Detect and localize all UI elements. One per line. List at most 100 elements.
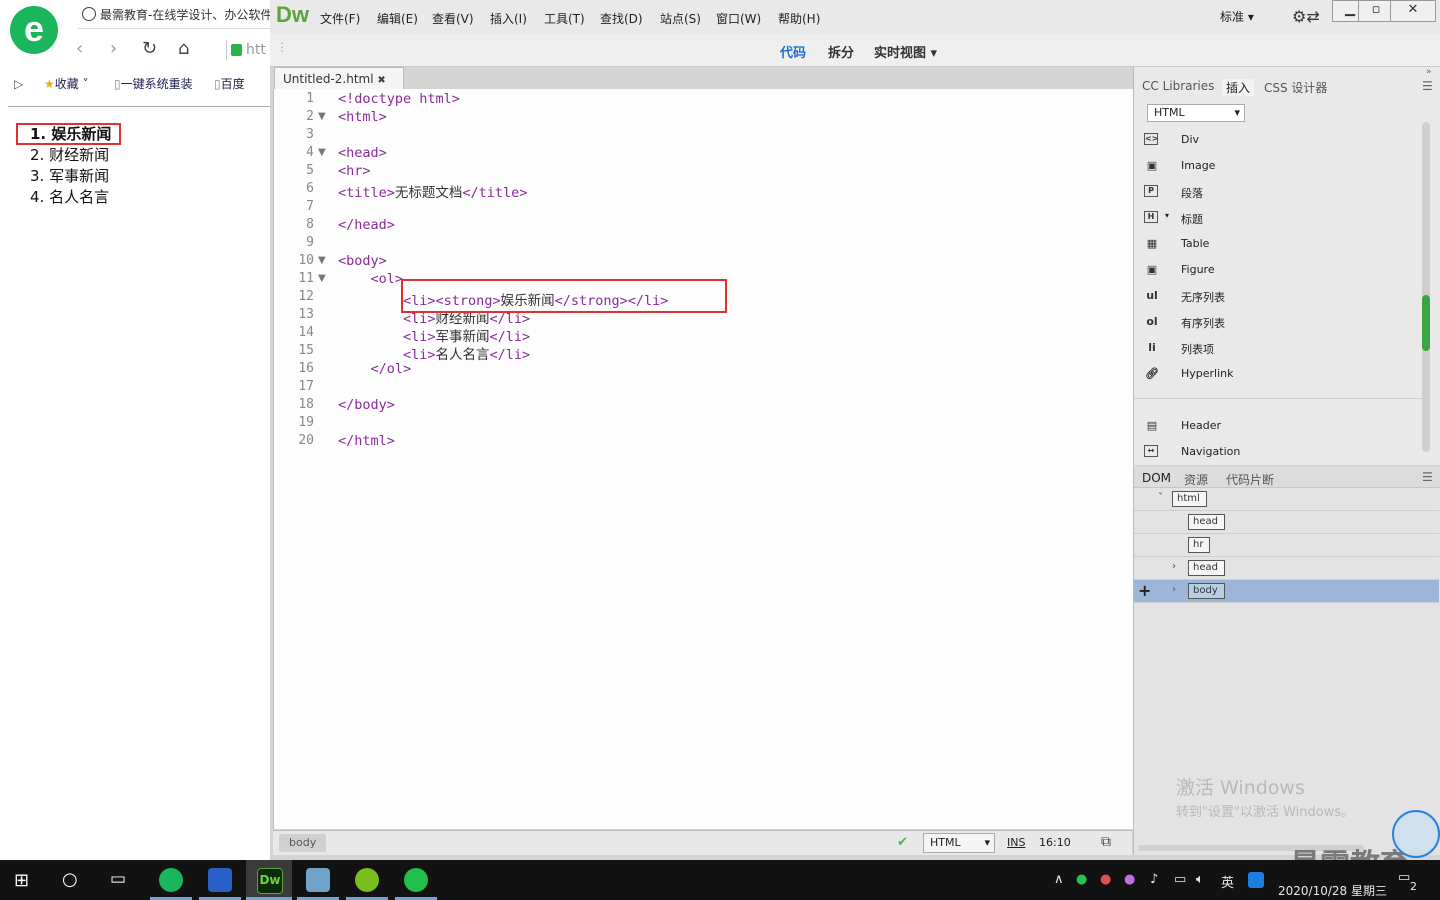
- menu-insert[interactable]: 插入(I): [490, 10, 527, 27]
- insert-header[interactable]: ▤ Header: [1144, 417, 1414, 441]
- insert-figure[interactable]: ▣ Figure: [1144, 261, 1414, 285]
- assistant-avatar-icon[interactable]: [1392, 810, 1440, 858]
- line-number: 15: [298, 343, 314, 358]
- collapse-icon[interactable]: »: [1426, 67, 1432, 77]
- sidebar-toggle-icon[interactable]: ▷: [14, 70, 23, 98]
- tab-dom[interactable]: DOM: [1142, 471, 1171, 485]
- view-live[interactable]: 实时视图 ▾: [874, 42, 937, 61]
- app-taskbar-icon[interactable]: [306, 868, 330, 892]
- panel-menu-icon[interactable]: ☰: [1422, 470, 1433, 484]
- image-icon: ▣: [1146, 159, 1158, 172]
- chevron-right-icon: ›: [1172, 584, 1176, 595]
- maximize-button[interactable]: ▫: [1358, 0, 1394, 22]
- wps-taskbar-icon[interactable]: [208, 868, 232, 892]
- qq-tray-icon[interactable]: ●: [1100, 872, 1111, 887]
- menu-window[interactable]: 窗口(W): [716, 10, 761, 27]
- insert-hyperlink[interactable]: 🔗︎ Hyperlink: [1144, 365, 1414, 389]
- task-view-icon[interactable]: ▭: [110, 869, 126, 889]
- add-icon[interactable]: +: [1138, 581, 1151, 600]
- q-tray-icon[interactable]: [1248, 872, 1264, 888]
- view-code[interactable]: 代码: [780, 42, 806, 61]
- action-center-icon[interactable]: ▭: [1398, 870, 1410, 885]
- insert-image[interactable]: ▣ Image: [1144, 157, 1414, 181]
- bookmark-favorites[interactable]: ★收藏 ˅: [44, 70, 89, 98]
- insert-paragraph[interactable]: P 段落: [1144, 183, 1414, 207]
- list-item: 2. 财经新闻: [30, 146, 110, 164]
- language-select[interactable]: HTML ▾: [923, 833, 995, 853]
- panel-scrollbar[interactable]: [1422, 122, 1430, 452]
- browser-logo-icon[interactable]: e: [10, 6, 58, 54]
- reload-icon[interactable]: ↻: [142, 38, 157, 59]
- windows-start-icon[interactable]: ⊞: [14, 870, 29, 891]
- insert-div[interactable]: <> Div: [1144, 131, 1414, 155]
- wechat-taskbar-icon[interactable]: [404, 868, 428, 892]
- address-bar[interactable]: htt: [226, 40, 270, 60]
- tab-snippets[interactable]: 代码片断: [1226, 471, 1274, 488]
- line-number: 19: [298, 415, 314, 430]
- category-select[interactable]: HTML ▾: [1147, 104, 1245, 122]
- menu-site[interactable]: 站点(S): [660, 10, 701, 27]
- dom-node-html[interactable]: ˅ html: [1134, 488, 1439, 511]
- cursor-position: 16:10: [1039, 836, 1071, 849]
- back-icon[interactable]: ‹: [76, 38, 83, 59]
- close-button[interactable]: ✕: [1390, 0, 1436, 22]
- browser-taskbar-icon[interactable]: [159, 868, 183, 892]
- view-split[interactable]: 拆分: [828, 42, 854, 61]
- volume-icon[interactable]: 🔈︎: [1196, 872, 1204, 887]
- qq-tray-icon[interactable]: ●: [1124, 872, 1135, 887]
- fold-toggle-icon[interactable]: ▼: [318, 111, 326, 122]
- insert-table[interactable]: ▦ Table: [1144, 235, 1414, 259]
- panel-menu-icon[interactable]: ☰: [1422, 79, 1433, 93]
- network-icon[interactable]: ▭: [1174, 872, 1186, 887]
- ime-indicator[interactable]: 英: [1221, 872, 1234, 891]
- bookmark-reinstall[interactable]: ▯一键系统重装: [114, 70, 193, 98]
- line-number: 18: [298, 397, 314, 412]
- tab-cc-libraries[interactable]: CC Libraries: [1142, 79, 1214, 93]
- menu-file[interactable]: 文件(F): [320, 10, 360, 27]
- search-icon[interactable]: ○: [62, 869, 78, 890]
- dom-node-head-2[interactable]: › head: [1134, 557, 1439, 580]
- insert-heading[interactable]: H ▾ 标题: [1144, 209, 1414, 233]
- line-number: 4: [306, 145, 314, 160]
- scrollbar-thumb[interactable]: [1422, 295, 1430, 351]
- insert-navigation[interactable]: ↔ Navigation: [1144, 443, 1414, 467]
- tab-css-designer[interactable]: CSS 设计器: [1264, 79, 1327, 96]
- notification-bell-icon[interactable]: ♪: [1150, 872, 1158, 887]
- preview-icon[interactable]: ⧉: [1101, 834, 1111, 850]
- browser-tab[interactable]: 最需教育-在线学设计、办公软件: [78, 4, 270, 29]
- workspace-switcher[interactable]: 标准 ▾: [1220, 8, 1254, 25]
- fold-toggle-icon[interactable]: ▼: [318, 273, 326, 284]
- insert-ol[interactable]: ol 有序列表: [1144, 313, 1414, 337]
- tab-favicon-icon: [82, 7, 96, 21]
- dom-node-hr[interactable]: hr: [1134, 534, 1439, 557]
- tray-expand-icon[interactable]: ∧: [1054, 872, 1064, 887]
- tab-assets[interactable]: 资源: [1184, 471, 1208, 488]
- code-editor[interactable]: 1 <!doctype html> 2 ▼ <html> 3 4 ▼ <head> 5 <hr> 6 <…: [273, 89, 1133, 829]
- tab-insert[interactable]: 插入: [1222, 79, 1255, 96]
- insert-ul[interactable]: ul 无序列表: [1144, 287, 1414, 311]
- fold-toggle-icon[interactable]: ▼: [318, 147, 326, 158]
- tag-breadcrumb[interactable]: body: [279, 834, 327, 852]
- dom-node-body-selected[interactable]: + › body: [1134, 580, 1439, 603]
- clock-date[interactable]: 2020/10/28 星期三: [1278, 882, 1387, 899]
- forward-icon[interactable]: ›: [110, 38, 117, 59]
- home-icon[interactable]: ⌂: [178, 38, 189, 59]
- document-tab[interactable]: Untitled-2.html ✖: [274, 67, 404, 90]
- line-number: 17: [298, 379, 314, 394]
- menu-find[interactable]: 查找(D): [600, 10, 643, 27]
- dom-node-head[interactable]: head: [1134, 511, 1439, 534]
- close-tab-icon[interactable]: ✖: [377, 75, 385, 86]
- fold-toggle-icon[interactable]: ▼: [318, 255, 326, 266]
- menu-edit[interactable]: 编辑(E): [377, 10, 418, 27]
- insert-mode[interactable]: INS: [1007, 836, 1025, 849]
- settings-gear-icon[interactable]: ⚙⇄: [1292, 7, 1320, 26]
- wechat-tray-icon[interactable]: ●: [1076, 872, 1087, 887]
- list-item: 3. 军事新闻: [30, 167, 110, 185]
- menu-tools[interactable]: 工具(T): [544, 10, 585, 27]
- menu-help[interactable]: 帮助(H): [778, 10, 820, 27]
- insert-li[interactable]: li 列表项: [1144, 339, 1414, 363]
- app-taskbar-icon[interactable]: [355, 868, 379, 892]
- menu-view[interactable]: 查看(V): [432, 10, 474, 27]
- dw-taskbar-icon[interactable]: Dw: [257, 868, 283, 894]
- bookmark-baidu[interactable]: ▯百度: [214, 70, 245, 98]
